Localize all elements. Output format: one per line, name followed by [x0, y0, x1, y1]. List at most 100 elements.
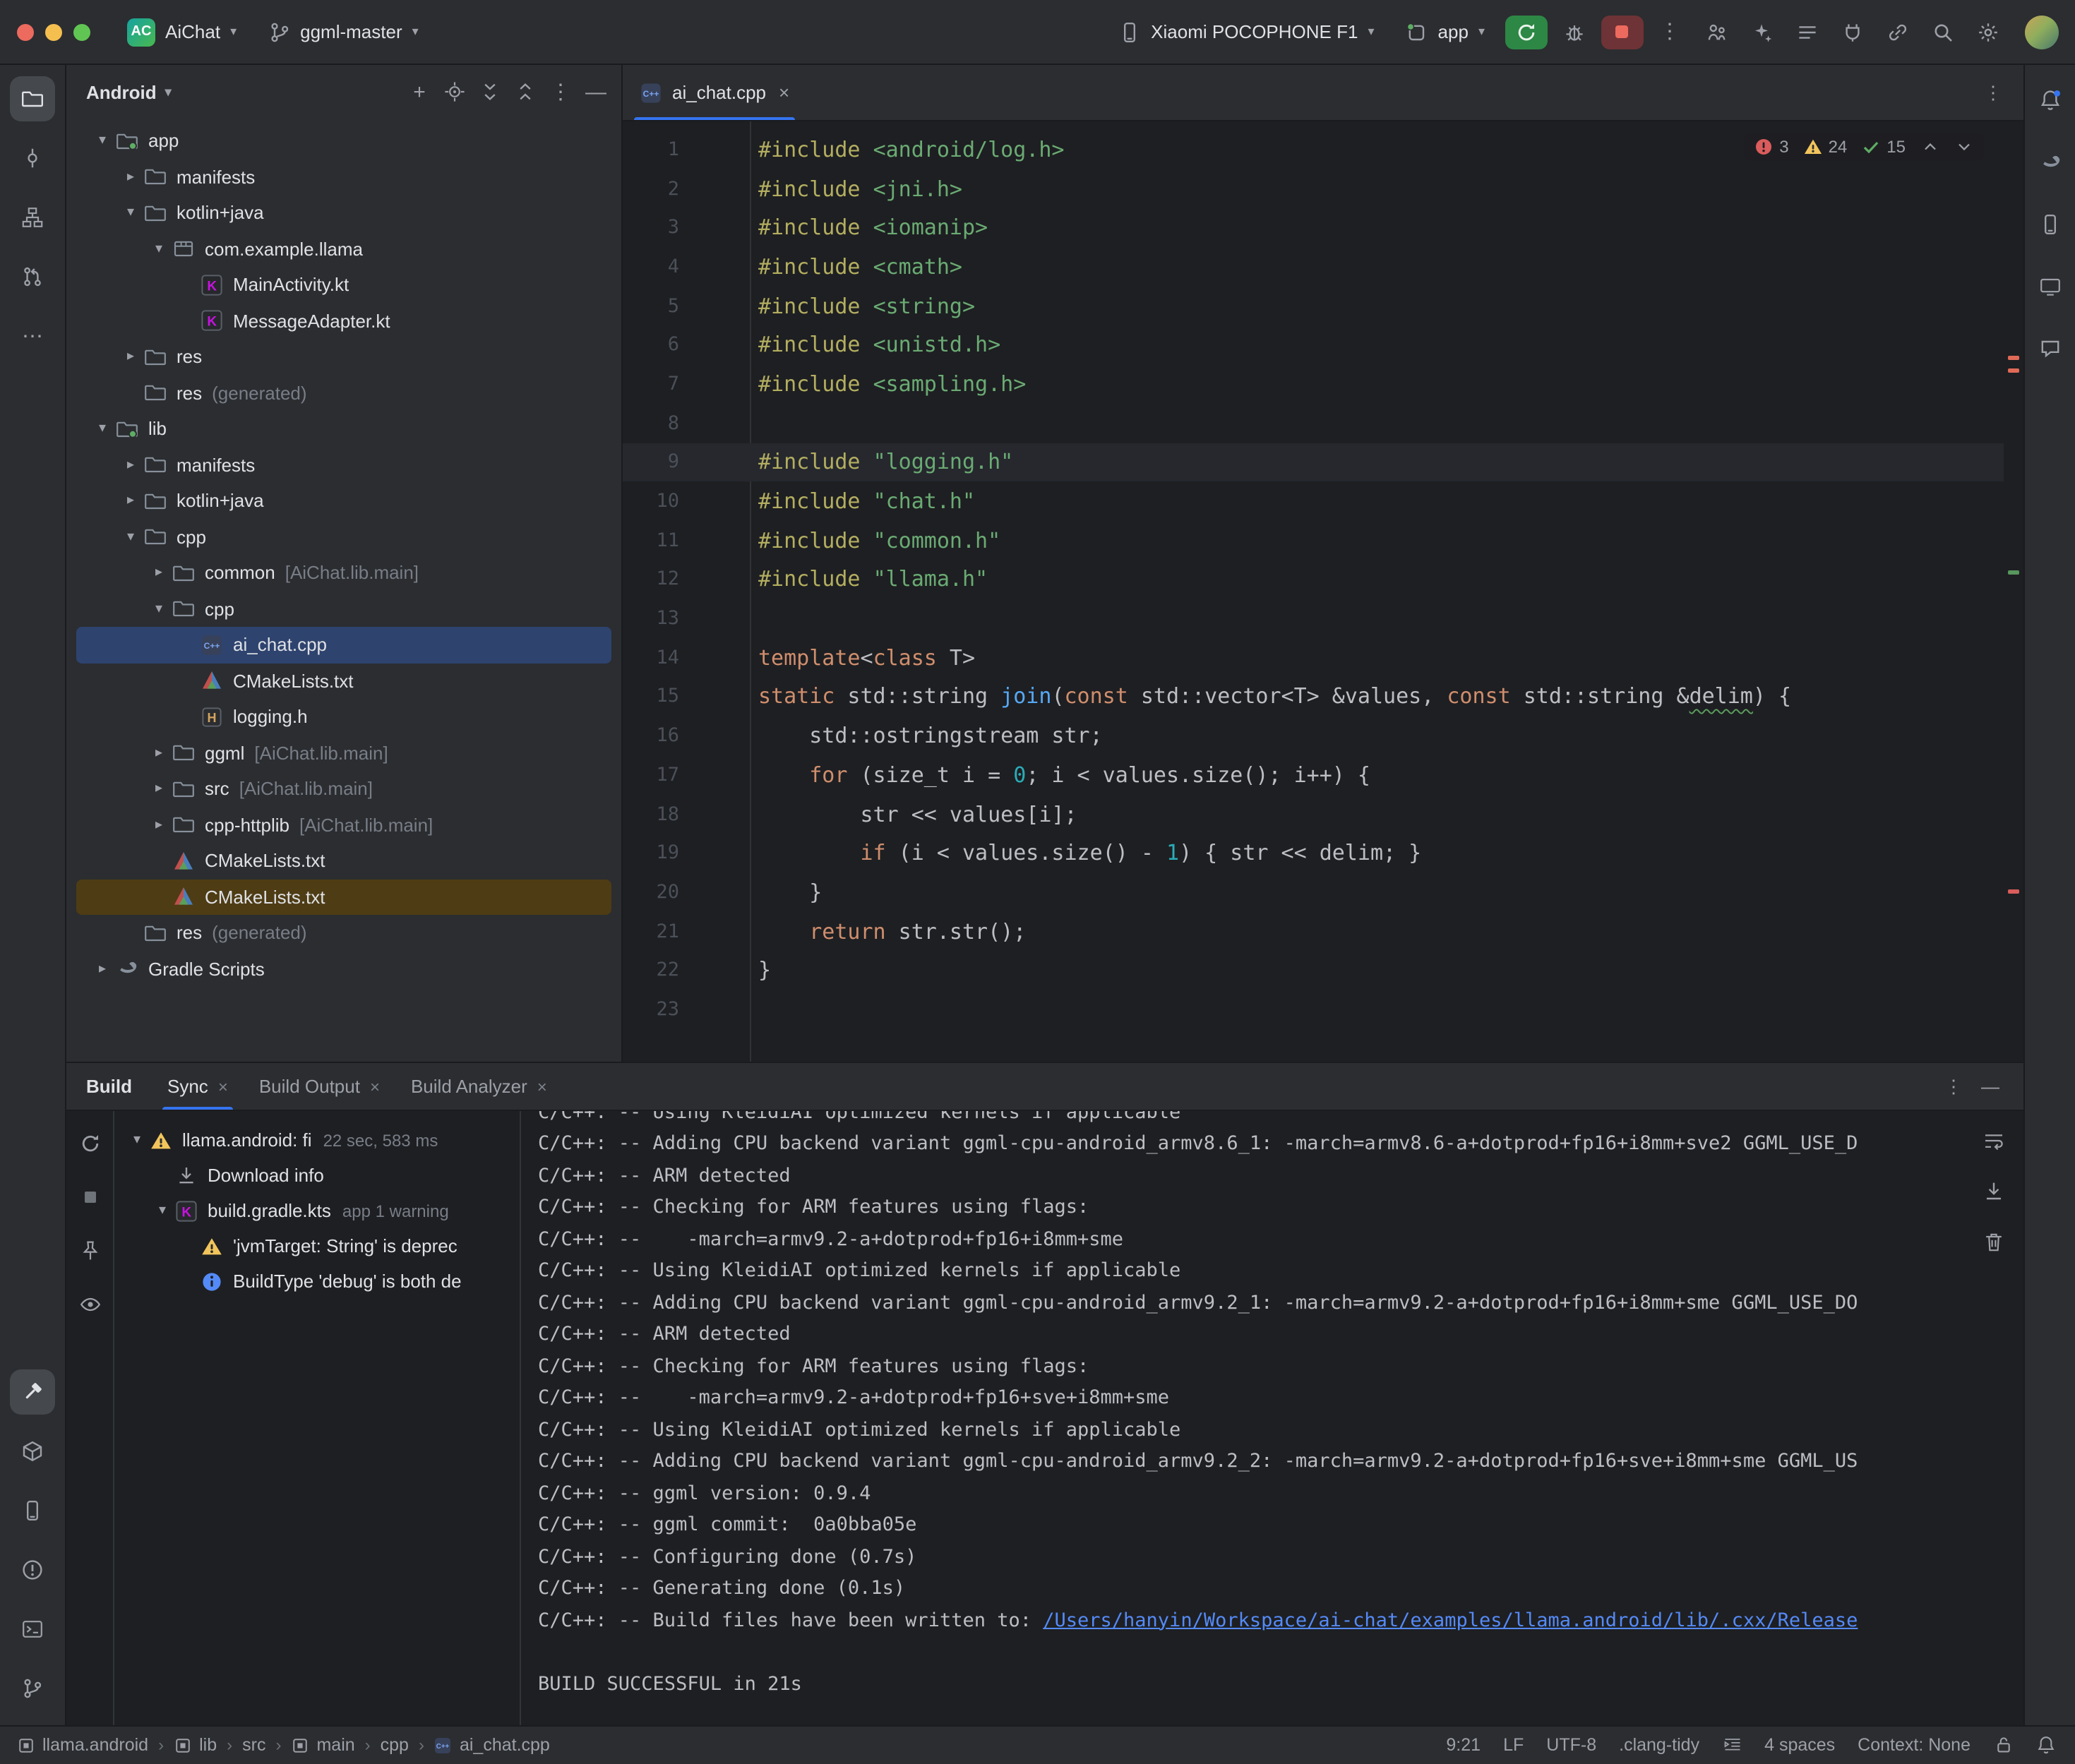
pull-requests-icon[interactable] — [10, 254, 55, 299]
task-list-icon[interactable] — [1787, 12, 1826, 52]
code-line-9[interactable]: 9#include "logging.h" — [623, 443, 2003, 481]
run-configuration-selector[interactable]: app ▾ — [1394, 15, 1496, 49]
build-tab-build-analyzer[interactable]: Build Analyzer× — [395, 1063, 563, 1110]
build-tree-item-llama-android-fi[interactable]: ▾llama.android: fi22 sec, 583 ms — [114, 1122, 520, 1158]
error-stripe[interactable] — [2003, 121, 2023, 1062]
settings-icon[interactable] — [1968, 12, 2007, 52]
code-line-16[interactable]: 16 std::ostringstream str; — [623, 716, 2003, 755]
stop-button[interactable] — [1601, 15, 1643, 49]
chevron-right-icon[interactable]: ▸ — [147, 565, 171, 581]
chevron-down-icon[interactable]: ▾ — [119, 529, 143, 545]
code-line-10[interactable]: 10#include "chat.h" — [623, 481, 2003, 520]
problems-icon[interactable] — [10, 1547, 55, 1592]
indent-icon[interactable] — [1722, 1735, 1742, 1755]
logcat-icon[interactable] — [10, 1487, 55, 1532]
device-selector[interactable]: Xiaomi POCOPHONE F1 ▾ — [1107, 15, 1385, 49]
chevron-down-icon[interactable]: ▾ — [90, 421, 114, 437]
code-line-7[interactable]: 7#include <sampling.h> — [623, 364, 2003, 403]
passed-count[interactable]: 15 — [1861, 137, 1906, 157]
ide-messages-icon[interactable] — [2035, 1735, 2055, 1755]
ai-assistant-icon[interactable] — [1742, 12, 1781, 52]
plugin-icon[interactable] — [1832, 12, 1872, 52]
tree-item-cpp-httplib[interactable]: ▸cpp-httplib[AiChat.lib.main] — [76, 807, 611, 843]
tree-item-messageadapter-kt[interactable]: KMessageAdapter.kt — [76, 303, 611, 339]
build-tree-item-build-gradle-kts[interactable]: ▾Kbuild.gradle.ktsapp 1 warning — [114, 1193, 520, 1228]
run-button[interactable] — [1505, 15, 1547, 49]
console-stop-icon[interactable] — [71, 1179, 108, 1216]
caret-position-widget[interactable]: 9:21 — [1446, 1735, 1481, 1755]
code-line-23[interactable]: 23 — [623, 990, 2003, 1028]
close-tab-icon[interactable]: × — [537, 1076, 547, 1096]
indent-widget[interactable]: 4 spaces — [1764, 1735, 1835, 1755]
code-line-20[interactable]: 20 } — [623, 872, 2003, 911]
build-tab-sync[interactable]: Sync× — [152, 1063, 244, 1110]
chevron-down-icon[interactable]: ▾ — [151, 1203, 174, 1218]
chevron-right-icon[interactable]: ▸ — [147, 781, 171, 797]
code-line-8[interactable]: 8 — [623, 404, 2003, 443]
code-line-5[interactable]: 5#include <string> — [623, 287, 2003, 325]
next-problem-icon[interactable] — [1954, 137, 1973, 157]
tree-item-cpp[interactable]: ▾cpp — [76, 519, 611, 555]
build-tab-build-output[interactable]: Build Output× — [244, 1063, 395, 1110]
user-avatar[interactable] — [2024, 15, 2058, 49]
error-stripe-mark[interactable] — [2007, 356, 2019, 360]
breadcrumb-llama-android[interactable]: llama.android — [17, 1735, 148, 1755]
chevron-right-icon[interactable]: ▸ — [119, 457, 143, 473]
build-options-icon[interactable]: ⋮ — [1935, 1068, 1972, 1105]
tree-item-app[interactable]: ▾app — [76, 123, 611, 159]
chevron-down-icon[interactable]: ▾ — [126, 1132, 148, 1148]
context-widget[interactable]: Context: None — [1858, 1735, 1971, 1755]
code-line-3[interactable]: 3#include <iomanip> — [623, 208, 2003, 247]
minimize-button[interactable] — [45, 23, 62, 40]
code-line-12[interactable]: 12#include "llama.h" — [623, 560, 2003, 599]
tree-item-ai-chat-cpp[interactable]: C++ai_chat.cpp — [76, 627, 611, 663]
expand-all-icon[interactable] — [473, 75, 507, 109]
clang-tidy-widget[interactable]: .clang-tidy — [1619, 1735, 1699, 1755]
running-devices-icon[interactable] — [2028, 265, 2071, 308]
code-line-17[interactable]: 17 for (size_t i = 0; i < values.size();… — [623, 755, 2003, 794]
project-view-selector[interactable]: Android ▾ — [86, 81, 172, 102]
scroll-end-icon[interactable] — [1975, 1173, 2011, 1210]
close-tab-icon[interactable]: × — [218, 1076, 228, 1096]
encoding-widget[interactable]: UTF-8 — [1546, 1735, 1596, 1755]
hide-panel-icon[interactable]: — — [579, 75, 613, 109]
more-tools-icon[interactable]: ⋯ — [10, 313, 55, 359]
tree-item-common[interactable]: ▸common[AiChat.lib.main] — [76, 555, 611, 591]
link-icon[interactable] — [1877, 12, 1917, 52]
tree-item-kotlin-java[interactable]: ▸kotlin+java — [76, 483, 611, 519]
chevron-down-icon[interactable]: ▾ — [90, 133, 114, 149]
breadcrumb-ai-chat-cpp[interactable]: C++ai_chat.cpp — [434, 1735, 550, 1755]
breadcrumb-src[interactable]: src — [242, 1735, 265, 1755]
tree-item-com-example-llama[interactable]: ▾com.example.llama — [76, 231, 611, 267]
more-run-actions-button[interactable]: ⋮ — [1651, 13, 1688, 50]
close-tab-icon[interactable]: × — [779, 82, 789, 103]
assistant-chat-icon[interactable] — [2028, 328, 2071, 370]
tree-item-res[interactable]: ▸res — [76, 339, 611, 375]
tree-item-src[interactable]: ▸src[AiChat.lib.main] — [76, 771, 611, 807]
device-manager-icon[interactable] — [2028, 203, 2071, 246]
soft-wrap-icon[interactable] — [1975, 1122, 2011, 1159]
search-icon[interactable] — [1922, 12, 1962, 52]
chevron-down-icon[interactable]: ▾ — [147, 241, 171, 257]
code-line-11[interactable]: 11#include "common.h" — [623, 521, 2003, 560]
locate-file-icon[interactable] — [438, 75, 472, 109]
code-line-2[interactable]: 2#include <jni.h> — [623, 169, 2003, 208]
code-line-19[interactable]: 19 if (i < values.size() - 1) { str << d… — [623, 834, 2003, 872]
tree-item-logging-h[interactable]: Hlogging.h — [76, 699, 611, 735]
tree-item-manifests[interactable]: ▸manifests — [76, 159, 611, 195]
commit-icon[interactable] — [10, 136, 55, 181]
build-icon[interactable] — [10, 1369, 55, 1414]
build-console[interactable]: C/C++: -- Using KleidiAI optimized kerne… — [521, 1111, 1966, 1724]
chevron-right-icon[interactable]: ▸ — [147, 745, 171, 761]
console-link[interactable]: /Users/hanyin/Workspace/ai-chat/examples… — [1043, 1609, 1858, 1631]
code-line-13[interactable]: 13 — [623, 599, 2003, 638]
code-line-22[interactable]: 22} — [623, 951, 2003, 990]
clear-all-icon[interactable] — [1975, 1224, 2011, 1261]
inspect-eye-icon[interactable] — [71, 1286, 108, 1323]
code-line-15[interactable]: 15static std::string join(const std::vec… — [623, 677, 2003, 716]
code-line-18[interactable]: 18 str << values[i]; — [623, 794, 2003, 833]
line-separator-widget[interactable]: LF — [1503, 1735, 1524, 1755]
breadcrumb-main[interactable]: main — [291, 1735, 354, 1755]
code-line-14[interactable]: 14template<class T> — [623, 638, 2003, 677]
code-line-4[interactable]: 4#include <cmath> — [623, 247, 2003, 286]
